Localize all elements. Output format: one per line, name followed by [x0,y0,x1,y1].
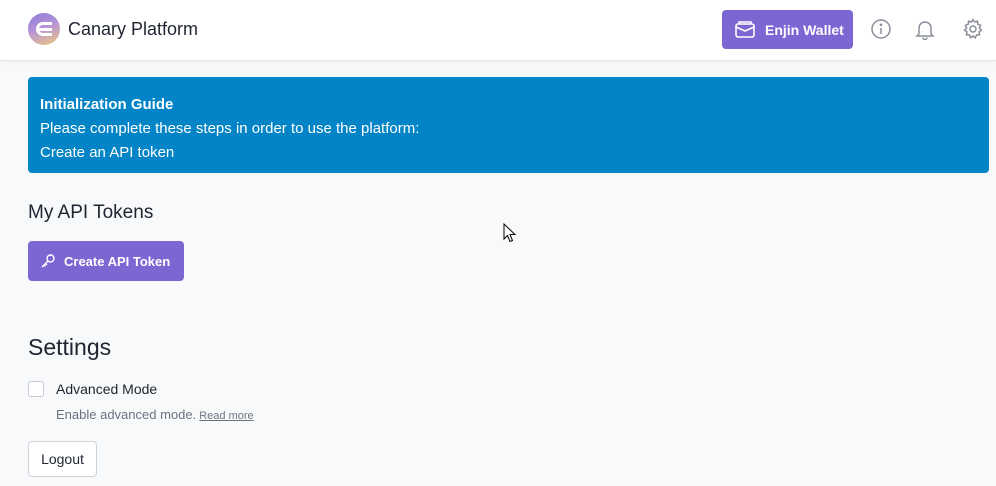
advanced-mode-description: Enable advanced mode. Read more [56,407,254,422]
advanced-mode-description-text: Enable advanced mode. [56,407,197,422]
mouse-cursor-icon [503,223,517,243]
key-icon [41,254,55,268]
initialization-guide-banner: Initialization Guide Please complete the… [28,77,989,173]
banner-step: Create an API token [40,144,175,161]
enjin-wallet-label: Enjin Wallet [765,21,844,38]
bell-icon[interactable] [914,18,936,40]
logout-button[interactable]: Logout [28,441,97,477]
wallet-icon [735,20,755,38]
advanced-mode-checkbox[interactable] [28,381,44,397]
create-api-token-button[interactable]: Create API Token [28,241,184,281]
enjin-wallet-button[interactable]: Enjin Wallet [722,10,853,49]
read-more-link[interactable]: Read more [199,410,253,422]
banner-instruction: Please complete these steps in order to … [40,120,420,137]
enjin-logo-icon[interactable] [28,13,60,45]
app-title: Canary Platform [68,19,199,39]
create-api-token-label: Create API Token [64,253,171,269]
gear-icon[interactable] [962,18,984,40]
advanced-mode-label[interactable]: Advanced Mode [56,381,157,397]
settings-heading: Settings [28,334,112,360]
info-icon[interactable] [870,18,892,40]
banner-title: Initialization Guide [40,96,174,113]
api-tokens-heading: My API Tokens [28,202,154,223]
top-bar: Canary Platform Enjin Wallet [0,0,996,61]
